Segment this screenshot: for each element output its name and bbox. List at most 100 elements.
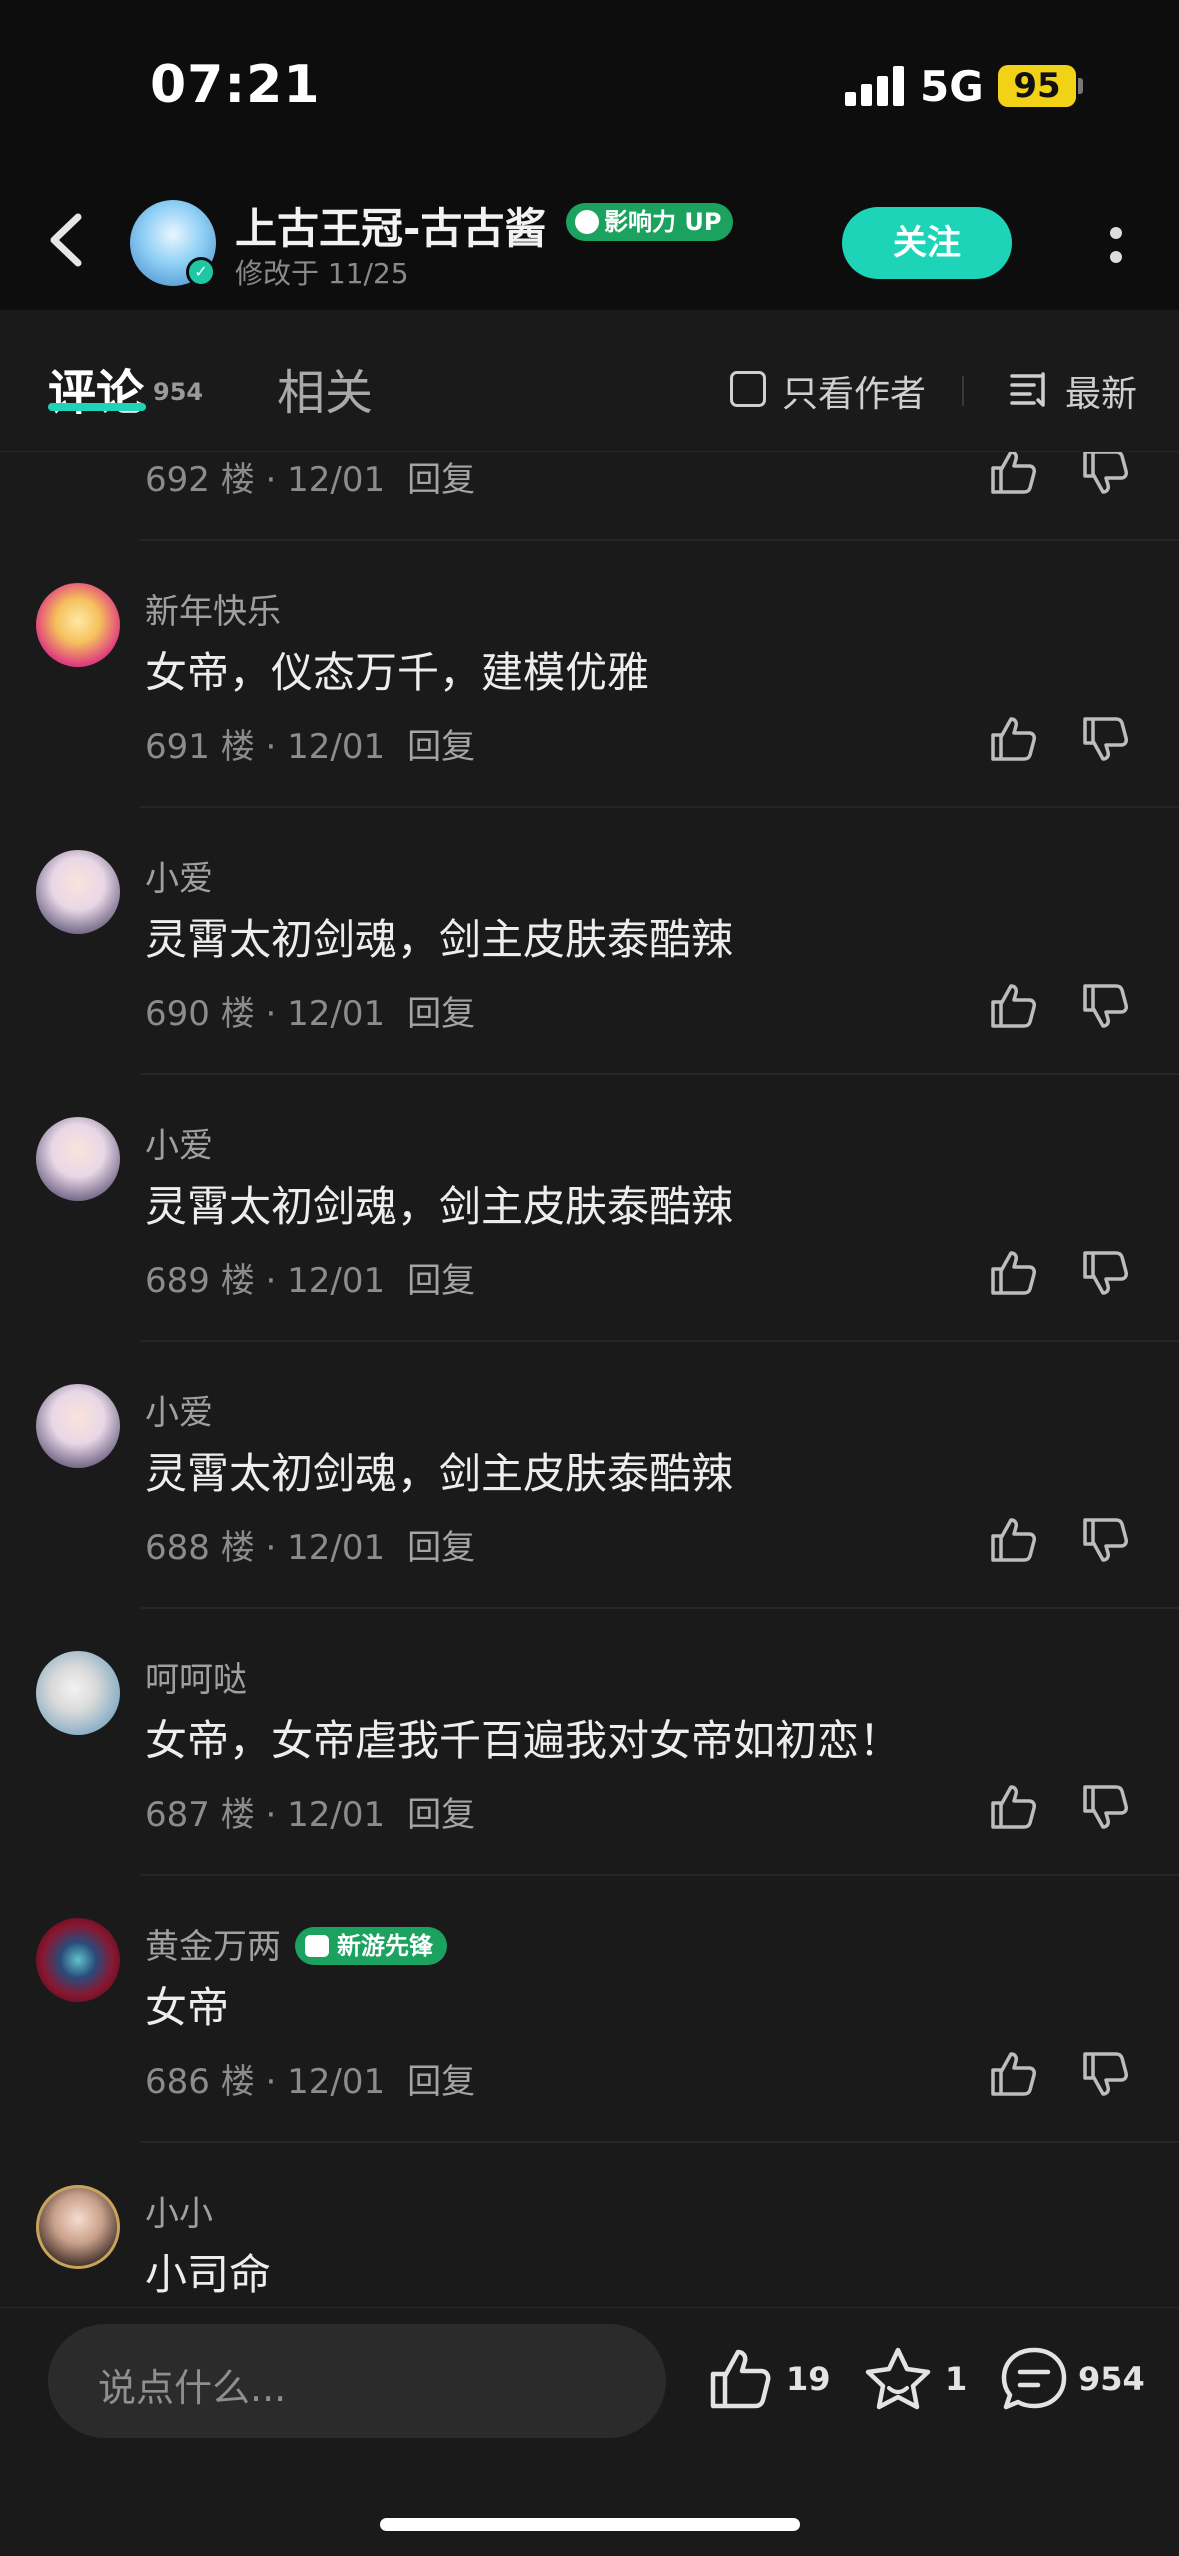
comment-meta: 686 楼 · 12/01 回复: [145, 2054, 475, 2103]
sort-icon[interactable]: [1010, 370, 1048, 410]
user-avatar[interactable]: [36, 2185, 120, 2269]
status-bar: 07:21 5G 95: [0, 0, 1179, 175]
comment-floor-date: 687 楼 · 12/01: [145, 1795, 386, 1835]
reply-button[interactable]: 回复: [407, 1795, 475, 1835]
comment-item: 692 楼 · 12/01 回复: [0, 452, 1179, 541]
author-name[interactable]: 上古王冠-古古酱: [235, 195, 546, 256]
more-dot-icon: [1110, 227, 1122, 239]
comment-text: 女帝: [145, 1983, 230, 2032]
comment-username[interactable]: 小爱: [145, 851, 213, 900]
divider: [962, 376, 964, 406]
user-avatar[interactable]: [36, 1384, 120, 1468]
back-button[interactable]: [40, 205, 100, 275]
more-dot-icon: [1110, 251, 1122, 263]
tab-active-indicator: [48, 403, 146, 411]
thumbs-up-icon[interactable]: [985, 2046, 1041, 2102]
reply-button[interactable]: 回复: [407, 1261, 475, 1301]
influence-up-badge-label: 影响力 UP: [604, 208, 722, 236]
comment-meta: 689 楼 · 12/01 回复: [145, 1253, 475, 1302]
badge-person-icon: [575, 210, 599, 234]
thumbs-up-icon[interactable]: [985, 1512, 1041, 1568]
comment-meta: 692 楼 · 12/01 回复: [145, 452, 475, 501]
comment-username[interactable]: 小爱: [145, 1385, 213, 1434]
comment-item: 小爱 灵霄太初剑魂，剑主皮肤泰酷辣 689 楼 · 12/01 回复: [0, 1075, 1179, 1342]
thumbs-down-icon[interactable]: [1077, 452, 1133, 500]
comment-username[interactable]: 小小: [145, 2186, 213, 2235]
reply-button[interactable]: 回复: [407, 2062, 475, 2102]
reply-button[interactable]: 回复: [407, 994, 475, 1034]
more-options-button[interactable]: [1100, 215, 1130, 275]
comment-floor-date: 691 楼 · 12/01: [145, 727, 386, 767]
comment-username[interactable]: 小爱: [145, 1118, 213, 1167]
battery-tip: [1078, 78, 1083, 94]
comment-item: 呵呵哒 女帝，女帝虐我千百遍我对女帝如初恋！ 687 楼 · 12/01 回复: [0, 1609, 1179, 1876]
reply-button[interactable]: 回复: [407, 460, 475, 500]
modified-date: 修改于 11/25: [235, 257, 409, 290]
comment-meta: 687 楼 · 12/01 回复: [145, 1787, 475, 1836]
comment-item: 小爱 灵霄太初剑魂，剑主皮肤泰酷辣 688 楼 · 12/01 回复: [0, 1342, 1179, 1609]
reply-button[interactable]: 回复: [407, 727, 475, 767]
home-indicator[interactable]: [380, 2518, 800, 2531]
user-avatar[interactable]: [36, 1918, 120, 2002]
comment-username[interactable]: 呵呵哒: [145, 1652, 247, 1701]
thumbs-down-icon[interactable]: [1077, 978, 1133, 1034]
thumbs-up-icon[interactable]: [985, 711, 1041, 767]
comment-item: 黄金万两 新游先锋 女帝 686 楼 · 12/01 回复: [0, 1876, 1179, 2143]
comment-meta: 688 楼 · 12/01 回复: [145, 1520, 475, 1569]
comment-bubble-icon[interactable]: [998, 2344, 1070, 2414]
star-count: 1: [945, 2360, 968, 2398]
tab-comments[interactable]: 评论: [48, 353, 144, 423]
thumbs-up-icon[interactable]: [985, 978, 1041, 1034]
comment-tabs: 评论 954 相关 只看作者 最新: [0, 310, 1179, 452]
tab-related[interactable]: 相关: [277, 353, 373, 423]
thumbs-down-icon[interactable]: [1077, 1779, 1133, 1835]
comment-text: 小司命: [145, 2250, 272, 2299]
comment-text: 女帝，女帝虐我千百遍我对女帝如初恋！: [145, 1716, 902, 1765]
user-avatar[interactable]: [36, 1117, 120, 1201]
tab-comments-count: 954: [153, 378, 204, 406]
comment-floor-date: 688 楼 · 12/01: [145, 1528, 386, 1568]
comment-item: 小爱 灵霄太初剑魂，剑主皮肤泰酷辣 690 楼 · 12/01 回复: [0, 808, 1179, 1075]
reply-button[interactable]: 回复: [407, 1528, 475, 1568]
comment-input[interactable]: 说点什么...: [48, 2324, 666, 2438]
star-icon[interactable]: [862, 2344, 934, 2414]
badge-label: 新游先锋: [337, 1932, 433, 1960]
network-type: 5G: [920, 62, 984, 111]
comment-item: 新年快乐 女帝，仪态万千，建模优雅 691 楼 · 12/01 回复: [0, 541, 1179, 808]
comment-floor-date: 690 楼 · 12/01: [145, 994, 386, 1034]
comment-username-text[interactable]: 黄金万两: [145, 1927, 281, 1967]
comment-meta: 691 楼 · 12/01 回复: [145, 719, 475, 768]
thumbs-down-icon[interactable]: [1077, 1245, 1133, 1301]
comment-input-placeholder: 说点什么...: [98, 2366, 287, 2410]
comment-floor-date: 692 楼 · 12/01: [145, 460, 386, 500]
chevron-left-icon: [50, 213, 82, 267]
sort-latest-button[interactable]: 最新: [1065, 365, 1137, 417]
author-only-label: 只看作者: [782, 374, 927, 415]
comments-list[interactable]: 692 楼 · 12/01 回复 新年快乐 女帝，仪态万千，建模优雅 691 楼 …: [0, 452, 1179, 2307]
comment-meta: 690 楼 · 12/01 回复: [145, 986, 475, 1035]
thumbs-down-icon[interactable]: [1077, 1512, 1133, 1568]
badge-gamepad-icon: [305, 1935, 329, 1957]
comment-text: 灵霄太初剑魂，剑主皮肤泰酷辣: [145, 915, 734, 964]
post-header: ✓ 上古王冠-古古酱 影响力 UP 修改于 11/25 关注: [0, 175, 1179, 310]
battery-icon: 95: [998, 65, 1076, 107]
like-icon[interactable]: [705, 2344, 775, 2414]
user-avatar[interactable]: [36, 1651, 120, 1735]
comment-username: 黄金万两 新游先锋: [145, 1919, 447, 1968]
thumbs-down-icon[interactable]: [1077, 711, 1133, 767]
thumbs-up-icon[interactable]: [985, 1245, 1041, 1301]
comment-text: 灵霄太初剑魂，剑主皮肤泰酷辣: [145, 1449, 734, 1498]
thumbs-up-icon[interactable]: [985, 1779, 1041, 1835]
new-game-pioneer-badge: 新游先锋: [295, 1927, 447, 1965]
comment-floor-date: 689 楼 · 12/01: [145, 1261, 386, 1301]
signal-icon: [845, 66, 905, 106]
thumbs-down-icon[interactable]: [1077, 2046, 1133, 2102]
follow-button[interactable]: 关注: [842, 207, 1012, 279]
user-avatar[interactable]: [36, 583, 120, 667]
comment-floor-date: 686 楼 · 12/01: [145, 2062, 386, 2102]
bottom-action-bar: 说点什么... 19 1 954: [0, 2307, 1179, 2556]
comment-text: 灵霄太初剑魂，剑主皮肤泰酷辣: [145, 1182, 734, 1231]
thumbs-up-icon[interactable]: [985, 452, 1041, 500]
user-avatar[interactable]: [36, 850, 120, 934]
comment-username[interactable]: 新年快乐: [145, 584, 281, 633]
